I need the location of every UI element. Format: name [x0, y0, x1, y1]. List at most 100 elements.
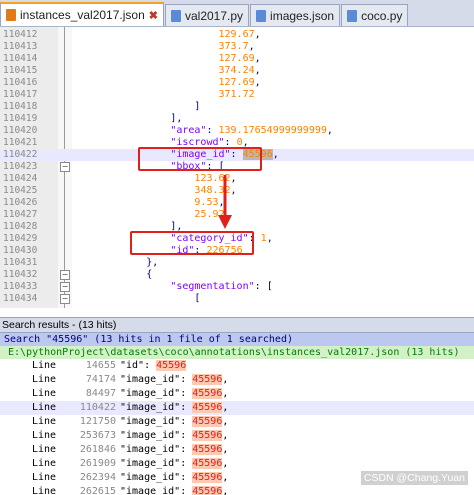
- tab-images-json[interactable]: images.json: [250, 4, 341, 26]
- code-line[interactable]: 110431 },: [0, 257, 474, 269]
- result-text: "image_id": 45596,: [120, 443, 228, 457]
- line-number: 110417: [3, 89, 38, 100]
- line-number: 110434: [3, 293, 38, 304]
- code-editor[interactable]: 110412 129.67, 110413 373.7, 110414 127.69…: [0, 27, 474, 308]
- code-line[interactable]: 110432 − {: [0, 269, 474, 281]
- result-suffix: ,: [222, 402, 229, 413]
- result-text: "image_id": 45596,: [120, 429, 228, 443]
- code-line[interactable]: 110426 9.53,: [0, 197, 474, 209]
- tab-val2017-py[interactable]: val2017.py: [164, 4, 250, 26]
- result-text: "image_id": 45596,: [120, 471, 228, 485]
- search-results-panel[interactable]: Search results - (13 hits) Search "45596…: [0, 317, 474, 495]
- file-icon: [170, 9, 181, 22]
- code-line[interactable]: 110416 127.69,: [0, 77, 474, 89]
- line-number: 110433: [3, 281, 38, 292]
- line-number: 110432: [3, 269, 38, 280]
- code-text: },: [146, 257, 159, 268]
- fold-toggle-icon[interactable]: −: [60, 162, 70, 172]
- tab-label: coco.py: [361, 8, 403, 23]
- tab-coco-py[interactable]: coco.py: [341, 4, 409, 26]
- code-line[interactable]: 110413 373.7,: [0, 41, 474, 53]
- tab-bar: instances_val2017.json ✖ val2017.py imag…: [0, 0, 474, 27]
- code-line[interactable]: 110434 − [: [0, 293, 474, 305]
- watermark: CSDN @Chang.Yuan: [360, 471, 468, 485]
- line-number: 110421: [3, 137, 38, 148]
- result-suffix: ,: [222, 416, 229, 427]
- search-hit: 45596: [192, 374, 223, 385]
- result-text: "id": 45596: [120, 359, 187, 373]
- code-line[interactable]: 110415 374.24,: [0, 65, 474, 77]
- line-number: 110426: [3, 197, 38, 208]
- image-id-annotation-box: [138, 147, 262, 171]
- search-result-row[interactable]: Line 253673 "image_id": 45596,: [0, 429, 474, 443]
- code-text: 123.62,: [194, 173, 237, 184]
- code-line[interactable]: 110427 25.92: [0, 209, 474, 221]
- code-line[interactable]: 110417 371.72: [0, 89, 474, 101]
- code-text: "area": 139.17654999999999,: [170, 125, 333, 136]
- fold-toggle-icon[interactable]: −: [60, 270, 70, 280]
- search-summary[interactable]: Search "45596" (13 hits in 1 file of 1 s…: [0, 333, 474, 346]
- result-line-label: Line: [32, 430, 57, 441]
- line-number: 110430: [3, 245, 38, 256]
- search-results-title: Search results - (13 hits): [0, 318, 474, 333]
- result-prefix: "image_id":: [120, 374, 193, 385]
- line-number: 110415: [3, 65, 38, 76]
- code-line[interactable]: 110419 ],: [0, 113, 474, 125]
- line-number: 110414: [3, 53, 38, 64]
- fold-toggle-icon[interactable]: −: [60, 294, 70, 304]
- result-text: "image_id": 45596,: [120, 387, 228, 401]
- search-result-row[interactable]: Line 261846 "image_id": 45596,: [0, 443, 474, 457]
- result-line-number: 261909: [79, 458, 116, 469]
- code-line[interactable]: 110424 123.62,: [0, 173, 474, 185]
- result-suffix: ,: [222, 444, 229, 455]
- result-prefix: "id":: [120, 360, 157, 371]
- result-line-label: Line: [32, 416, 57, 427]
- code-line[interactable]: 110418 ]: [0, 101, 474, 113]
- code-line[interactable]: 110412 129.67,: [0, 29, 474, 41]
- code-line[interactable]: 110433 − "segmentation": [: [0, 281, 474, 293]
- tab-label: images.json: [270, 8, 335, 23]
- file-icon: [256, 9, 267, 22]
- result-suffix: ,: [222, 430, 229, 441]
- search-file-row[interactable]: E:\pythonProject\datasets\coco\annotatio…: [0, 346, 474, 359]
- search-result-row[interactable]: Line 110422 "image_id": 45596,: [0, 401, 474, 415]
- search-result-row[interactable]: Line 74174 "image_id": 45596,: [0, 373, 474, 387]
- line-number: 110412: [3, 29, 38, 40]
- line-number: 110427: [3, 209, 38, 220]
- tab-instances-val2017[interactable]: instances_val2017.json ✖: [0, 2, 164, 26]
- result-line-label: Line: [32, 472, 57, 483]
- line-number: 110413: [3, 41, 38, 52]
- search-result-row[interactable]: Line 14655 "id": 45596: [0, 359, 474, 373]
- search-hit: 45596: [192, 472, 223, 483]
- line-number: 110422: [3, 149, 38, 160]
- fold-toggle-icon[interactable]: −: [60, 282, 70, 292]
- result-line-label: Line: [32, 388, 57, 399]
- search-result-row[interactable]: Line 121750 "image_id": 45596,: [0, 415, 474, 429]
- line-number: 110425: [3, 185, 38, 196]
- line-number: 110419: [3, 113, 38, 124]
- code-line[interactable]: 110420 "area": 139.17654999999999,: [0, 125, 474, 137]
- line-number: 110420: [3, 125, 38, 136]
- result-text: "image_id": 45596,: [120, 401, 228, 415]
- result-line-number: 121750: [79, 416, 116, 427]
- category-id-annotation-box: [130, 231, 254, 255]
- code-line[interactable]: 110414 127.69,: [0, 53, 474, 65]
- code-text: 9.53,: [194, 197, 225, 208]
- code-text: [: [194, 293, 201, 304]
- tab-label: instances_val2017.json: [20, 8, 145, 22]
- result-prefix: "image_id":: [120, 388, 193, 399]
- search-result-row[interactable]: Line 84497 "image_id": 45596,: [0, 387, 474, 401]
- line-number: 110429: [3, 233, 38, 244]
- line-number: 110431: [3, 257, 38, 268]
- code-line[interactable]: 110425 348.32,: [0, 185, 474, 197]
- line-number: 110416: [3, 77, 38, 88]
- code-text: ],: [170, 113, 183, 124]
- result-prefix: "image_id":: [120, 444, 193, 455]
- result-line-label: Line: [32, 444, 57, 455]
- code-text: 348.32,: [194, 185, 237, 196]
- result-line-label: Line: [32, 360, 57, 371]
- code-text: 371.72: [218, 89, 255, 100]
- result-prefix: "image_id":: [120, 416, 193, 427]
- search-result-row[interactable]: Line 261909 "image_id": 45596,: [0, 457, 474, 471]
- close-icon[interactable]: ✖: [149, 9, 158, 22]
